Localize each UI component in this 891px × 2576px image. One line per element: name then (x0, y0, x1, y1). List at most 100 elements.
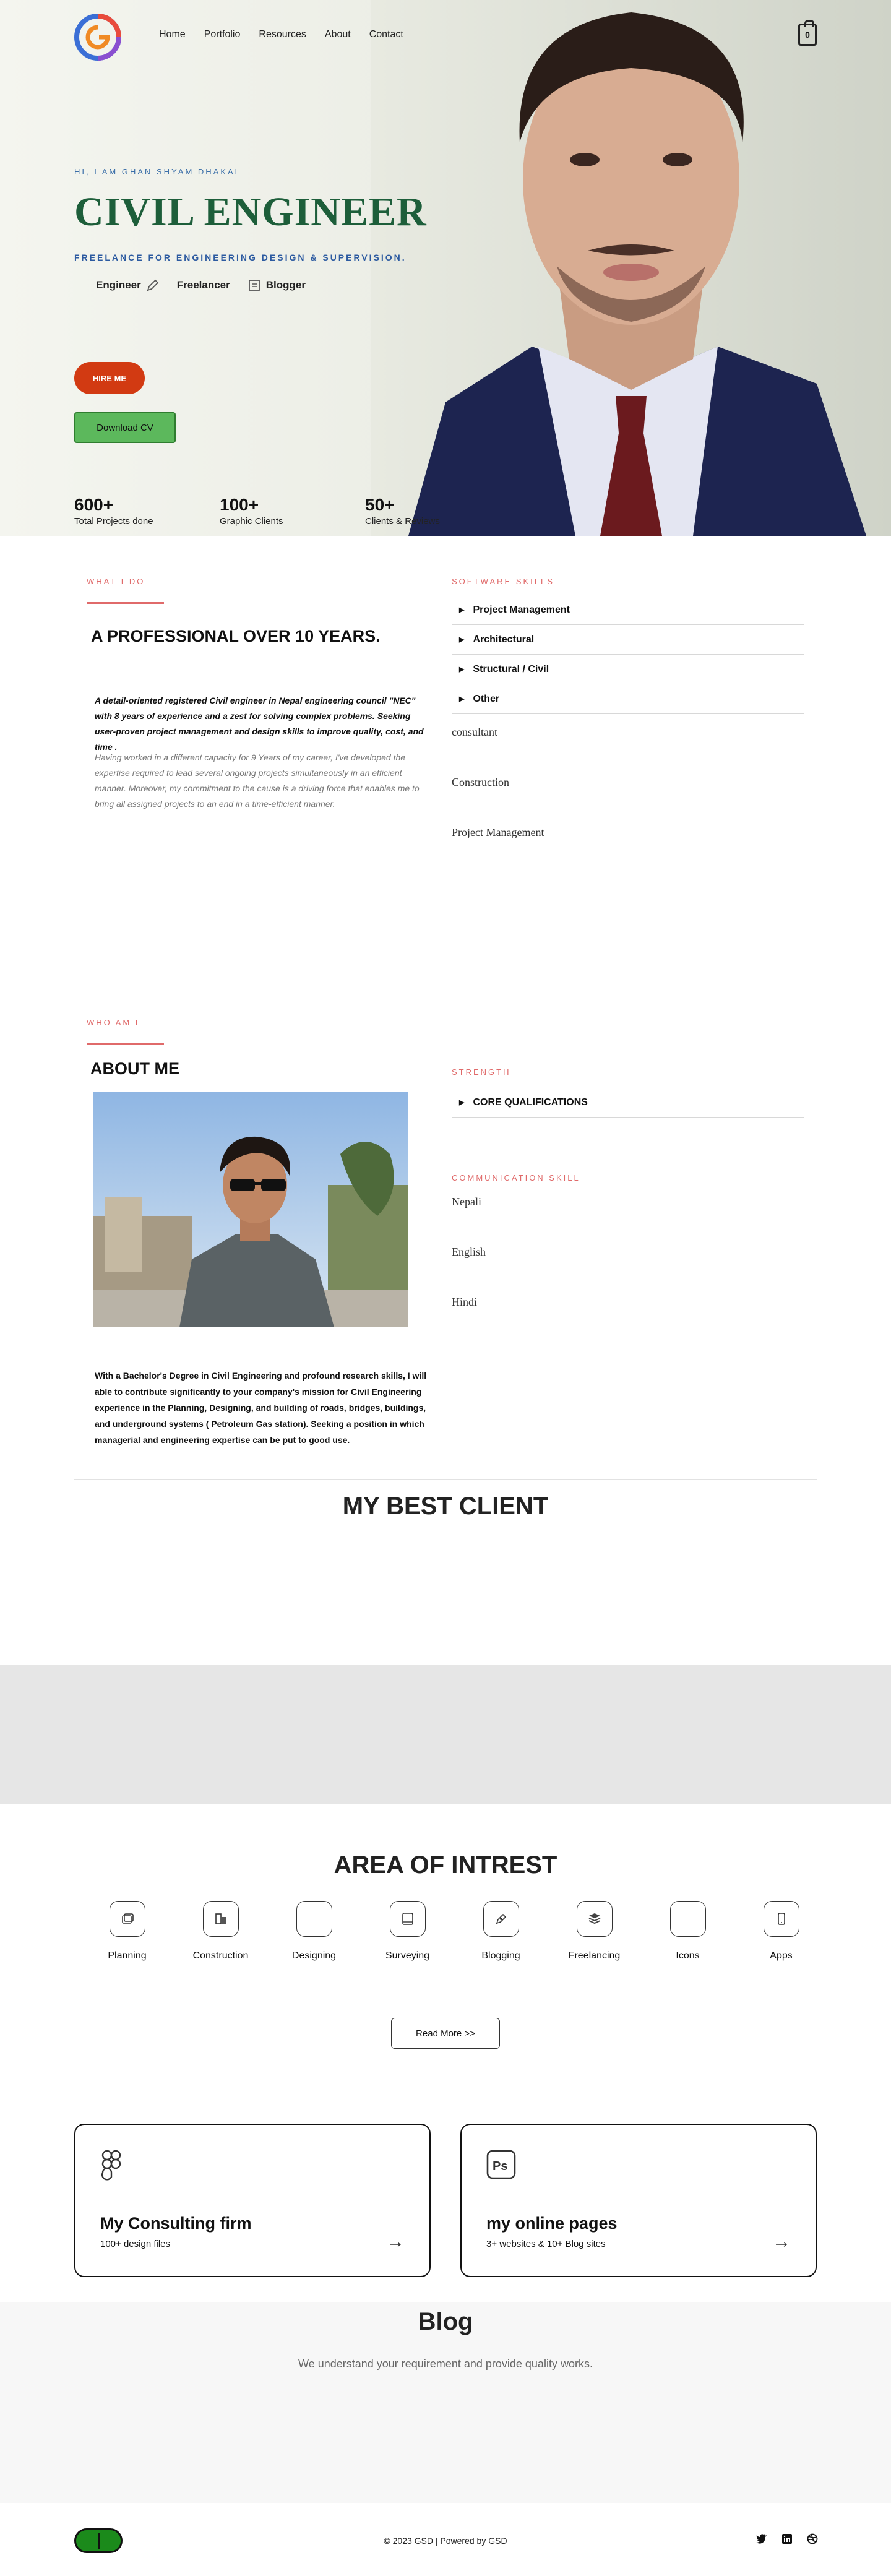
nav-about[interactable]: About (325, 29, 351, 40)
about-heading: ABOUT ME (90, 1059, 179, 1078)
card-subtitle: 3+ websites & 10+ Blog sites (486, 2239, 606, 2249)
language-item: Hindi (452, 1296, 478, 1308)
stat-label: Clients & Reviews (365, 516, 440, 527)
accordion-label: CORE QUALIFICATIONS (473, 1096, 588, 1108)
linkedin-icon[interactable] (782, 2534, 792, 2544)
stat-number: 600+ (74, 495, 114, 514)
download-cv-button[interactable]: Download CV (74, 412, 176, 443)
accordion-label: Project Management (473, 604, 570, 615)
phone-icon (763, 1901, 799, 1937)
role-label: Freelancer (176, 279, 230, 291)
blog-title: Blog (418, 2308, 473, 2335)
interest-label: Designing (291, 1950, 337, 1961)
stat-clients: 100+ Graphic Clients (220, 495, 365, 527)
interest-label: Blogging (481, 1950, 520, 1961)
caret-right-icon: ▶ (459, 1099, 465, 1106)
interests-heading: AREA OF INTREST (334, 1851, 557, 1879)
software-skills-accordion: ▶ Project Management ▶ Architectural ▶ Stru… (452, 595, 804, 714)
arrow-right-icon[interactable]: → (386, 2231, 405, 2252)
who-am-i-label: WHO AM I (87, 1018, 140, 1027)
caret-right-icon: ▶ (459, 606, 465, 614)
role-label: Blogger (265, 279, 306, 291)
nav-contact[interactable]: Contact (369, 29, 403, 40)
interest-item[interactable]: Freelancing (548, 1901, 641, 1962)
arrow-right-icon[interactable]: → (772, 2231, 791, 2252)
card-title: My Consulting firm (100, 2214, 252, 2233)
nav-home[interactable]: Home (159, 29, 186, 40)
interest-label: Planning (108, 1950, 147, 1961)
role-freelancer: Freelancer (177, 279, 230, 291)
accordion-item[interactable]: ▶ Architectural (452, 625, 804, 655)
interest-item[interactable]: Construction (174, 1901, 267, 1962)
intro-summary: A detail-oriented registered Civil engin… (95, 696, 424, 752)
what-i-do-heading: A PROFESSIONAL OVER 10 YEARS. (91, 627, 381, 645)
interest-item[interactable]: Designing (267, 1901, 361, 1962)
intro-body: Having worked in a different capacity fo… (95, 752, 420, 809)
page: Home Portfolio Resources About Contact 0… (0, 0, 891, 2576)
online-pages-card[interactable]: Ps my online pages 3+ websites & 10+ Blo… (460, 2124, 817, 2277)
accordion-item[interactable]: ▶ CORE QUALIFICATIONS (452, 1088, 804, 1118)
stat-label: Total Projects done (74, 516, 153, 527)
caret-right-icon: ▶ (459, 696, 465, 703)
interest-item[interactable]: Apps (734, 1901, 828, 1962)
card-title: my online pages (486, 2214, 618, 2233)
accordion-item[interactable]: ▶ Structural / Civil (452, 655, 804, 684)
section-underline (87, 602, 164, 604)
stat-projects: 600+ Total Projects done (74, 495, 220, 527)
communication-skill-label: COMMUNICATION SKILL (452, 1173, 580, 1182)
main-nav: Home Portfolio Resources About Contact (159, 29, 403, 40)
dribbble-icon[interactable] (807, 2533, 818, 2544)
twitter-icon[interactable] (756, 2534, 767, 2544)
strength-label: STRENGTH (452, 1067, 511, 1077)
photoshop-icon: Ps (486, 2150, 516, 2179)
caret-right-icon: ▶ (459, 636, 465, 644)
building-icon (202, 1901, 239, 1937)
interest-label: Construction (192, 1950, 249, 1961)
skill-item: Construction (452, 776, 509, 788)
card-subtitle: 100+ design files (100, 2239, 170, 2249)
cart-count: 0 (805, 30, 810, 40)
hero-portrait (371, 0, 891, 536)
interests-grid: Planning Construction Designing Surveyin… (80, 1901, 828, 1962)
blog-subtitle: We understand your requirement and provi… (298, 2358, 593, 2370)
cart-icon[interactable]: 0 (798, 20, 817, 46)
hire-me-button[interactable]: HIRE ME (74, 362, 145, 394)
accordion-label: Architectural (473, 634, 535, 645)
software-skills-label: SOFTWARE SKILLS (452, 577, 554, 586)
accordion-label: Structural / Civil (473, 663, 549, 674)
about-text: With a Bachelor's Degree in Civil Engine… (95, 1371, 427, 1445)
accordion-label: Other (473, 693, 500, 704)
read-more-button[interactable]: Read More >> (391, 2018, 500, 2049)
what-i-do-label: WHAT I DO (87, 577, 145, 586)
stat-number: 100+ (220, 495, 259, 514)
layers-icon (109, 1901, 145, 1937)
accordion-item[interactable]: ▶ Other (452, 684, 804, 714)
stack-icon (576, 1901, 613, 1937)
stat-number: 50+ (365, 495, 395, 514)
interest-item[interactable]: Blogging (454, 1901, 548, 1962)
hero-section: Home Portfolio Resources About Contact 0… (0, 0, 891, 536)
interest-item[interactable]: Icons (641, 1901, 734, 1962)
interest-item[interactable]: Surveying (361, 1901, 454, 1962)
nav-portfolio[interactable]: Portfolio (204, 29, 241, 40)
blog-section: Blog We understand your requirement and … (0, 2302, 891, 2503)
brand-logo[interactable] (74, 14, 121, 61)
role-label: Engineer (96, 279, 141, 291)
document-icon (248, 280, 260, 291)
language-item: English (452, 1246, 486, 1258)
consulting-card[interactable]: My Consulting firm 100+ design files → (74, 2124, 431, 2277)
social-links (756, 2533, 818, 2544)
hero-greeting: HI, I AM GHAN SHYAM DHAKAL (74, 167, 241, 176)
blank-icon (296, 1901, 332, 1937)
accordion-item[interactable]: ▶ Project Management (452, 595, 804, 625)
interest-item[interactable]: Planning (80, 1901, 174, 1962)
nav-resources[interactable]: Resources (259, 29, 306, 40)
interest-label: Surveying (385, 1950, 430, 1961)
skill-item: consultant (452, 726, 497, 738)
hero-stats: 600+ Total Projects done 100+ Graphic Cl… (74, 495, 510, 527)
strength-accordion: ▶ CORE QUALIFICATIONS (452, 1088, 804, 1118)
hero-tagline: FREELANCE FOR ENGINEERING DESIGN & SUPER… (74, 252, 407, 262)
role-engineer: Engineer (96, 278, 160, 292)
svg-text:Ps: Ps (493, 2160, 507, 2173)
interest-label: Freelancing (568, 1950, 621, 1961)
